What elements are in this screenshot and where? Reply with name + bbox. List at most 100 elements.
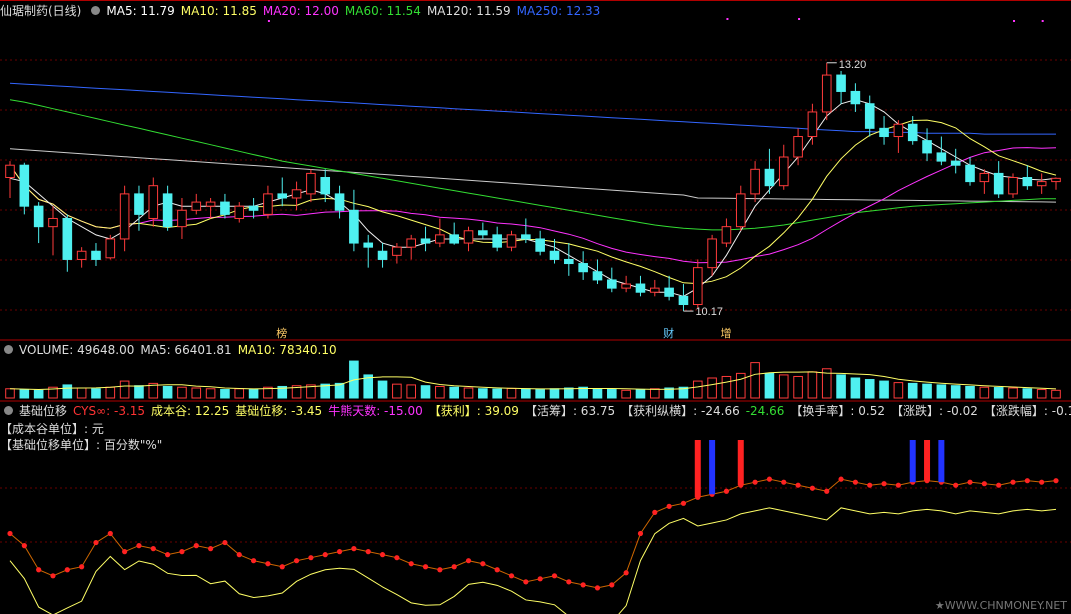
indicator-legend-item-5: 【获利】: 39.09 xyxy=(428,404,519,418)
volume-bar xyxy=(807,371,818,399)
candle-body xyxy=(234,205,245,219)
indicator-legend-item-4: 牛熊天数: -15.00 xyxy=(328,404,423,418)
volume-bar xyxy=(535,389,545,399)
signal-bar xyxy=(938,440,945,483)
volume-bar xyxy=(420,385,431,399)
indicator-legend-item-11: 【涨跌幅】: -0.17 xyxy=(983,404,1071,418)
volume-legend-item-2: MA10: 78340.10 xyxy=(237,343,337,357)
low-price-label: 10.17 xyxy=(695,306,723,318)
indicator-dot xyxy=(666,503,672,509)
candle-body xyxy=(349,209,359,244)
volume-bar xyxy=(377,380,388,399)
volume-bar xyxy=(864,379,875,399)
event-marker: 榜 xyxy=(276,326,287,340)
volume-bar xyxy=(463,387,474,399)
volume-bar xyxy=(478,388,488,399)
signal-bar xyxy=(694,440,701,498)
candle-body xyxy=(478,230,488,236)
candle-body xyxy=(979,172,990,183)
volume-bar xyxy=(91,388,101,399)
candle-body xyxy=(821,74,832,113)
indicator-dot xyxy=(566,579,572,585)
watermark: ★WWW.CHNMONEY.NET xyxy=(934,599,1067,612)
volume-bar xyxy=(549,388,560,399)
candle-body xyxy=(62,217,73,260)
indicator-dot xyxy=(1024,478,1030,484)
indicator-series[interactable] xyxy=(7,476,1059,614)
candle-body xyxy=(893,123,904,138)
indicator-dot xyxy=(193,543,199,549)
candle-body xyxy=(205,201,216,207)
volume-bar xyxy=(205,388,216,399)
indicator-dot xyxy=(981,481,987,487)
ma-legend-item-5: MA250: 12.33 xyxy=(516,4,601,18)
candle-body xyxy=(750,168,760,195)
volume-bar xyxy=(33,389,44,399)
volume-bar xyxy=(993,387,1004,399)
indicator-legend-item-3: 基础位移: -3.45 xyxy=(235,404,323,418)
candle-body xyxy=(922,140,932,154)
candle-body xyxy=(191,201,202,211)
indicator-dot xyxy=(1039,479,1045,485)
indicator-dot xyxy=(752,479,758,485)
indicator-dot xyxy=(1010,479,1016,485)
volume-bar xyxy=(879,380,889,399)
volume-bar xyxy=(134,385,144,399)
candle-body xyxy=(248,205,259,211)
volume-bar xyxy=(449,386,459,399)
candle-body xyxy=(105,238,116,259)
indicator-dot xyxy=(136,543,142,549)
volume-bar xyxy=(1036,389,1047,399)
indicator-dot xyxy=(824,488,830,494)
candle-body xyxy=(535,238,545,252)
indicator-dot xyxy=(609,582,615,588)
candle-body xyxy=(177,209,187,228)
volume-bar xyxy=(392,383,402,399)
indicator-dot xyxy=(279,564,285,570)
candle-body xyxy=(1036,181,1047,187)
candle-body xyxy=(735,193,746,228)
candle-body xyxy=(635,283,646,293)
volume-bar xyxy=(979,386,990,399)
volume-bar xyxy=(836,374,846,399)
volume-legend-item-0: VOLUME: 49648.00 xyxy=(19,343,135,357)
volume-bar xyxy=(965,385,975,399)
indicator-dot xyxy=(523,579,529,585)
indicator-dot xyxy=(781,479,787,485)
volume-bar xyxy=(750,362,760,399)
volume-bar xyxy=(162,385,173,399)
main-header: 仙琚制药(日线) MA5: 11.79 MA10: 11.85 MA20: 12.00… xyxy=(0,3,612,19)
marker-dot xyxy=(726,18,729,20)
indicator-legend-item-8: -24.66 xyxy=(745,404,785,418)
ma-legend-item-3: MA60: 11.54 xyxy=(344,4,421,18)
indicator-dot xyxy=(79,564,85,570)
settings-circle-icon[interactable] xyxy=(91,6,101,15)
volume-bar xyxy=(922,383,932,399)
event-marker: 增 xyxy=(720,326,731,340)
candle-body xyxy=(334,193,345,211)
signal-bar xyxy=(924,440,931,481)
indicator-dot xyxy=(852,479,858,485)
volume-bars[interactable] xyxy=(5,360,1061,399)
indicator-dot xyxy=(21,543,27,549)
indicator-dot xyxy=(50,573,56,579)
candle-body xyxy=(420,238,431,244)
indicator-dot xyxy=(365,549,371,555)
candle-body xyxy=(449,234,459,244)
candle-body xyxy=(664,287,674,297)
volume-bar xyxy=(850,377,861,399)
settings-circle-icon[interactable] xyxy=(4,406,13,415)
volume-bar xyxy=(692,380,703,399)
volume-bar xyxy=(1051,389,1061,399)
candlestick-series[interactable] xyxy=(5,62,1061,312)
settings-circle-icon[interactable] xyxy=(4,345,13,354)
volume-bar xyxy=(62,384,73,399)
indicator-dot xyxy=(637,530,644,537)
indicator-dot xyxy=(308,555,314,561)
volume-bar xyxy=(521,388,531,399)
candle-body xyxy=(363,242,374,248)
volume-bar xyxy=(492,388,502,399)
indicator-dot xyxy=(422,564,429,570)
indicator-dot xyxy=(508,573,515,579)
stock-chart[interactable]: 13.20 10.17 榜 财 增 xyxy=(0,0,1071,614)
